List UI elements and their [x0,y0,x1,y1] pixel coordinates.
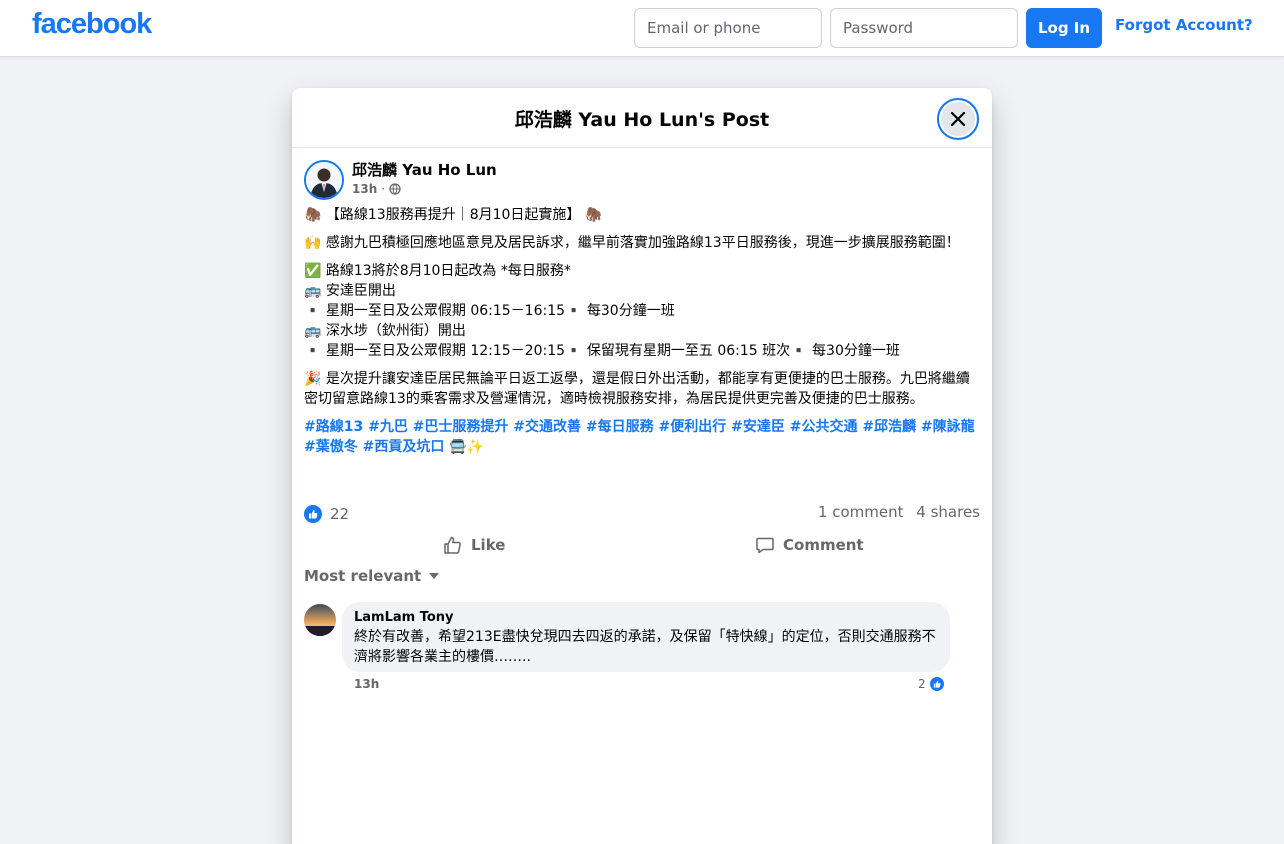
author-avatar[interactable] [304,160,344,200]
globe-icon [389,183,401,195]
dialog-title: 邱浩麟 Yau Ho Lun's Post [514,109,770,131]
comment-sort-dropdown[interactable]: Most relevant [304,567,440,585]
post-intro: 🙌 感謝九巴積極回應地區意見及居民訴求，繼早前落實加強路線13平日服務後，現進一… [304,235,960,251]
post-schedule: ✅ 路線13將於8月10日起改為 *每日服務* 🚌 安達臣開出 ▪️ 星期一至日… [304,261,980,361]
commenter-name[interactable]: LamLam Tony [354,610,938,626]
like-button[interactable]: Like [443,528,505,562]
post-author-name[interactable]: 邱浩麟 Yau Ho Lun [352,159,497,180]
schedule-line: ✅ 路線13將於8月10日起改為 *每日服務* [304,263,571,279]
dialog-header: 邱浩麟 Yau Ho Lun's Post [292,88,992,148]
forgot-account-link[interactable]: Forgot Account? [1115,16,1253,34]
caret-down-icon [429,573,440,579]
reaction-count[interactable]: 22 [330,505,349,523]
login-button[interactable]: Log In [1026,8,1102,48]
sort-label: Most relevant [304,567,422,585]
comment-text: 終於有改善，希望213E盡快兌現四去四返的承諾，及保留「特快線」的定位，否則交通… [354,629,936,665]
comment-timestamp[interactable]: 13h [354,677,379,691]
facebook-logo[interactable]: facebook [32,8,152,41]
commenter-avatar[interactable] [304,604,336,636]
close-button[interactable] [937,98,979,140]
schedule-line: 🚌 深水埗（欽州街）開出 [304,323,466,339]
meta-separator: · [381,182,386,196]
post-meta: 13h · [352,182,401,196]
like-label: Like [471,536,506,554]
password-input[interactable] [830,8,1018,48]
thumbs-up-icon [444,536,461,554]
post-timestamp[interactable]: 13h [352,182,377,196]
email-input[interactable] [634,8,822,48]
comment-bubble: LamLam Tony 終於有改善，希望213E盡快兌現四去四返的承諾，及保留「… [342,602,950,672]
post-hashtags[interactable]: #路線13 #九巴 #巴士服務提升 #交通改善 #每日服務 #便利出行 #安達臣… [304,417,980,457]
comment-reactions[interactable]: 2 [918,675,946,693]
comment-label: Comment [783,536,864,554]
close-icon [950,111,966,127]
top-bar: facebook Log In Forgot Account? [0,0,1284,57]
comment-like-count: 2 [918,677,926,691]
post-closing: 🎉 是次提升讓安達臣居民無論平日返工返學，還是假日外出活動，都能享有更便捷的巴士… [304,371,970,407]
like-reaction-icon [927,675,946,693]
post-stats: 22 1 comment 4 shares [304,503,980,525]
schedule-line: ▪️ 星期一至日及公眾假期 12:15－20:15▪️ 保留現有星期一至五 06… [304,343,900,359]
share-count[interactable]: 4 shares [916,503,980,521]
post-body: 🦣 【路線13服務再提升｜8月10日起實施】 🦣 🙌 感謝九巴積極回應地區意見及… [304,205,980,465]
post-dialog: 邱浩麟 Yau Ho Lun's Post 邱浩麟 Yau Ho Lun 13h… [292,88,992,844]
schedule-line: ▪️ 星期一至日及公眾假期 06:15－16:15▪️ 每30分鐘一班 [304,303,675,319]
comment-icon [756,537,774,554]
engagement-counts: 1 comment 4 shares [810,503,980,521]
post-headline: 🦣 【路線13服務再提升｜8月10日起實施】 🦣 [304,207,603,223]
like-reaction-icon[interactable] [304,505,322,523]
comment-count[interactable]: 1 comment [818,503,904,521]
comment-button[interactable]: Comment [755,528,864,562]
schedule-line: 🚌 安達臣開出 [304,283,396,299]
